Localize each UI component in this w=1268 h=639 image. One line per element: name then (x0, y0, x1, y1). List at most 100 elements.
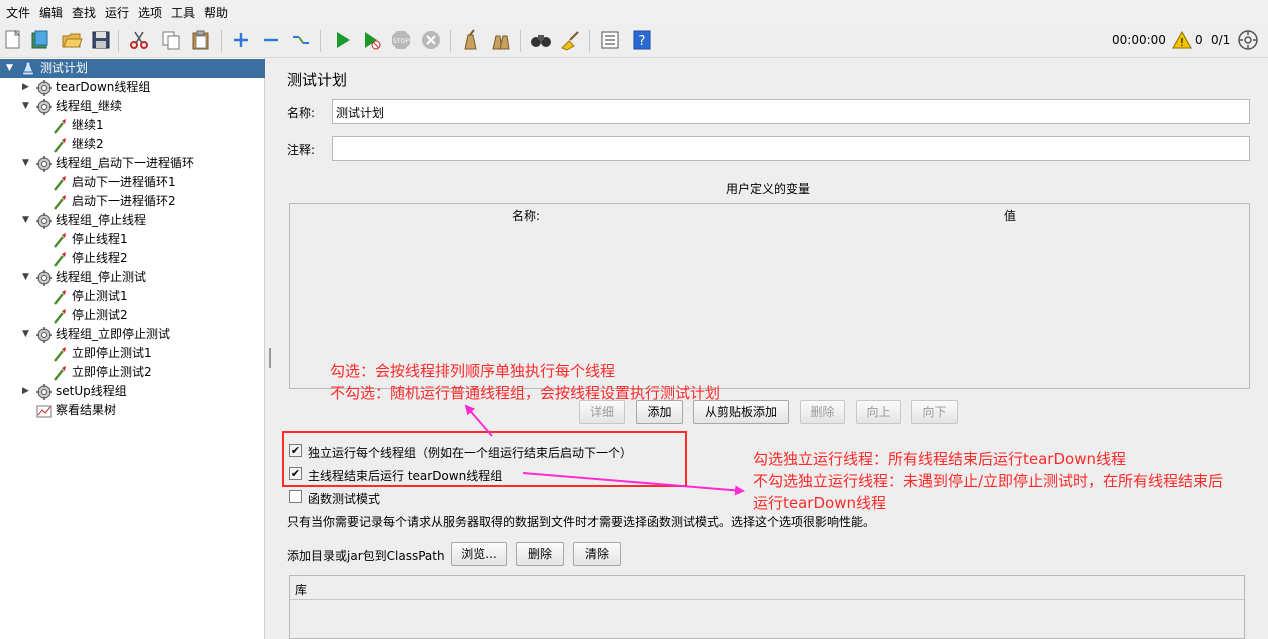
start-icon[interactable] (332, 29, 354, 51)
clear-icon[interactable] (460, 29, 482, 51)
collapse-toggle-icon[interactable]: ▼ (22, 97, 32, 116)
sampler-icon (54, 347, 66, 362)
tree-node-label: 线程组_启动下一进程循环 (56, 156, 195, 170)
annotation-text: 勾选：会按线程排列顺序单独执行每个线程 (330, 362, 616, 380)
tree-node-label: 停止测试1 (72, 289, 128, 303)
classpath-label: 添加目录或jar包到ClassPath (287, 549, 445, 563)
browse-button[interactable]: 浏览... (451, 542, 507, 566)
copy-icon[interactable] (160, 29, 182, 51)
menu-edit[interactable]: 编辑 (39, 4, 63, 21)
menu-bar: 文件 编辑 查找 运行 选项 工具 帮助 (0, 0, 1268, 24)
menu-file[interactable]: 文件 (6, 4, 30, 21)
tree-node-label: 停止线程2 (72, 251, 128, 265)
templates-icon[interactable] (29, 29, 51, 51)
open-icon[interactable] (61, 29, 83, 51)
page-title: 测试计划 (287, 71, 348, 89)
test-plan-tree[interactable]: ▼ 测试计划 ▶ tearDown线程组 ▼ 线程组_继续 继续1 继续2 ▼ 线程组_启动下一进… (0, 58, 265, 639)
splitter[interactable] (265, 58, 275, 639)
thread-group-icon (36, 213, 52, 229)
tree-node-label: 线程组_停止线程 (56, 213, 147, 227)
tree-node-label: 立即停止测试2 (72, 365, 152, 379)
comment-label: 注释: (287, 143, 316, 157)
toolbar-separator (450, 30, 451, 52)
thread-group-icon (36, 99, 52, 115)
collapse-toggle-icon[interactable]: ▼ (22, 268, 32, 287)
sampler-icon (54, 195, 66, 210)
clear-all-icon[interactable] (490, 29, 512, 51)
collapse-toggle-icon[interactable]: ▼ (22, 154, 32, 173)
active-threads: 0/1 (1211, 33, 1231, 47)
add-button[interactable]: 添加 (636, 400, 683, 424)
test-plan-icon (21, 61, 35, 76)
classpath-clear-button[interactable]: 清除 (573, 542, 621, 566)
collapse-toggle-icon[interactable]: ▼ (22, 211, 32, 230)
menu-options[interactable]: 选项 (138, 4, 162, 21)
sampler-icon (54, 233, 66, 248)
cut-icon[interactable] (128, 29, 150, 51)
search-icon[interactable] (530, 29, 552, 51)
name-field[interactable]: 测试计划 (332, 99, 1250, 124)
elapsed-timer: 00:00:00 (1112, 33, 1166, 47)
new-icon[interactable] (2, 29, 24, 51)
menu-search[interactable]: 查找 (72, 4, 96, 21)
start-no-pause-icon[interactable] (361, 29, 383, 51)
collapse-toggle-icon[interactable]: ▼ (6, 59, 16, 78)
tree-node-label: tearDown线程组 (56, 80, 151, 94)
user-variables-title: 用户定义的变量 (726, 182, 811, 196)
tree-node-label: 线程组_立即停止测试 (56, 327, 171, 341)
sampler-icon (54, 309, 66, 324)
toolbar-separator (520, 30, 521, 52)
svg-text:STOP: STOP (393, 38, 409, 45)
warning-count: 0 (1195, 33, 1203, 47)
annotation-highlight-box (282, 431, 687, 487)
library-header-row: 库 (290, 576, 1244, 600)
shutdown-icon[interactable] (420, 29, 442, 51)
thread-group-icon (36, 270, 52, 286)
column-header-name[interactable]: 名称: (512, 207, 540, 224)
toolbar: STOP ? 00:00:00 ! 0 0/1 (0, 24, 1268, 58)
warning-icon[interactable]: ! (1172, 30, 1192, 50)
column-header-library[interactable]: 库 (295, 581, 307, 598)
toolbar-separator (118, 30, 119, 52)
classpath-library-table[interactable]: 库 (289, 575, 1245, 639)
toggle-icon[interactable] (290, 29, 312, 51)
move-down-button[interactable]: 向下 (911, 400, 958, 424)
menu-help[interactable]: 帮助 (204, 4, 228, 21)
toolbar-separator (221, 30, 222, 52)
thread-group-icon (36, 327, 52, 343)
tree-node-label: 启动下一进程循环2 (72, 194, 176, 208)
classpath-delete-button[interactable]: 删除 (516, 542, 564, 566)
detail-button[interactable]: 详细 (579, 400, 625, 424)
expand-toggle-icon[interactable]: ▶ (22, 78, 32, 97)
tree-node-label: 停止线程1 (72, 232, 128, 246)
sampler-icon (54, 290, 66, 305)
column-header-value[interactable]: 值 (1004, 207, 1016, 224)
thread-group-icon (36, 156, 52, 172)
functional-mode-note: 只有当你需要记录每个请求从服务器取得的数据到文件时才需要选择函数测试模式。选择这… (287, 515, 876, 529)
function-helper-icon[interactable] (599, 29, 621, 51)
test-plan-node[interactable]: ▼ 测试计划 (0, 59, 265, 78)
test-plan-panel: 测试计划 名称: 测试计划 注释: 用户定义的变量 名称: 值 详细 添加 从剪… (275, 58, 1268, 639)
stop-icon[interactable]: STOP (390, 29, 412, 51)
add-from-clipboard-button[interactable]: 从剪贴板添加 (693, 400, 789, 424)
functional-mode-checkbox[interactable] (289, 490, 302, 503)
save-icon[interactable] (90, 29, 112, 51)
menu-tools[interactable]: 工具 (171, 4, 195, 21)
annotation-text: 不勾选独立运行线程：未遇到停止/立即停止测试时，在所有线程结束后 (753, 472, 1224, 490)
splitter-grip[interactable] (269, 348, 271, 368)
sampler-icon (54, 119, 66, 134)
delete-button[interactable]: 删除 (800, 400, 845, 424)
tree-node-label: 继续2 (72, 137, 104, 151)
move-up-button[interactable]: 向上 (856, 400, 901, 424)
help-icon[interactable]: ? (631, 29, 653, 51)
expand-toggle-icon[interactable]: ▶ (22, 382, 32, 401)
menu-run[interactable]: 运行 (105, 4, 129, 21)
collapse-toggle-icon[interactable]: ▼ (22, 325, 32, 344)
sampler-icon (54, 138, 66, 153)
collapse-icon[interactable] (260, 29, 282, 51)
reset-search-icon[interactable] (559, 29, 581, 51)
expand-icon[interactable] (230, 29, 252, 51)
comment-field[interactable] (332, 136, 1250, 161)
paste-icon[interactable] (190, 29, 212, 51)
svg-text:?: ? (639, 34, 646, 49)
